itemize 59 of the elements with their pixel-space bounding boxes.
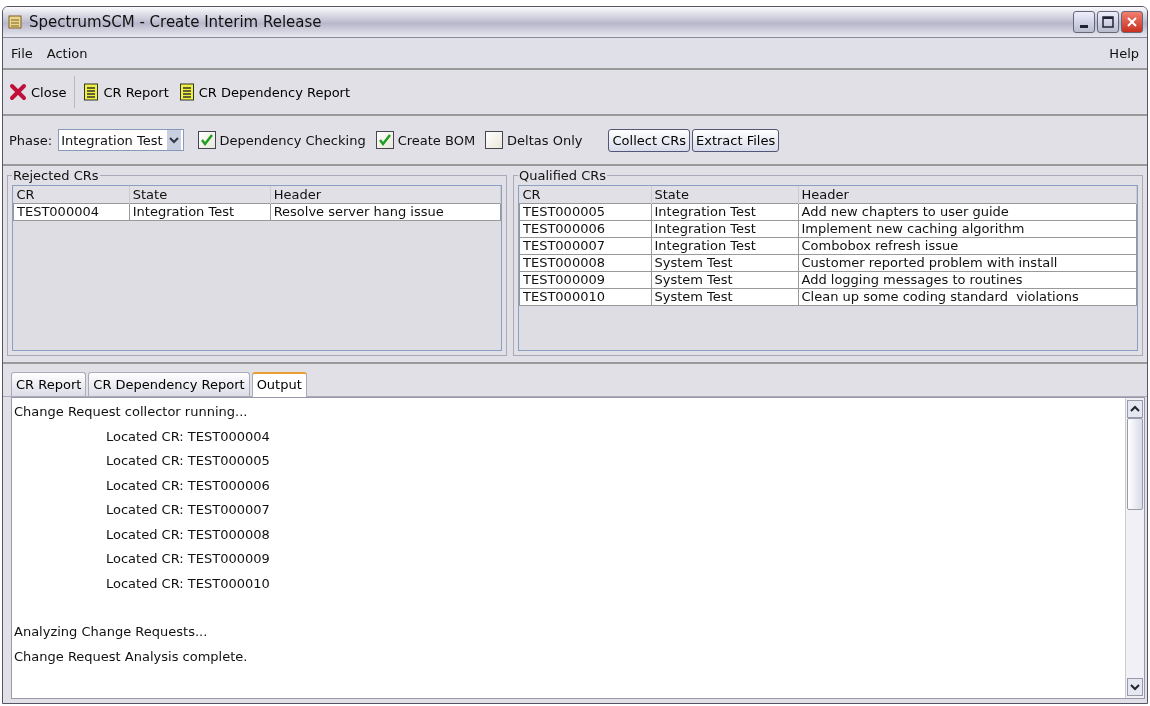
- scrollbar[interactable]: [1125, 398, 1144, 698]
- checkbox[interactable]: [375, 131, 394, 149]
- table-cell: TEST000005: [519, 203, 651, 221]
- log-line: Located CR: TEST000004: [106, 428, 270, 444]
- checkbox[interactable]: [197, 131, 216, 149]
- column-header[interactable]: State: [129, 186, 271, 204]
- close-icon: [1126, 16, 1138, 28]
- menu-item[interactable]: File: [11, 45, 33, 61]
- scroll-thumb[interactable]: [1127, 418, 1143, 510]
- column-header[interactable]: Header: [798, 186, 1137, 204]
- minimize-button[interactable]: [1073, 11, 1095, 33]
- phase-label: Phase:: [9, 132, 53, 148]
- checkbox-label: Dependency Checking: [219, 132, 366, 148]
- log-line: Analyzing Change Requests...: [14, 624, 208, 639]
- log-line: Located CR: TEST000008: [106, 526, 270, 542]
- column-header[interactable]: Header: [270, 186, 501, 204]
- checkmark-icon: [199, 133, 214, 147]
- close-button[interactable]: [1121, 11, 1143, 33]
- document-icon: [83, 82, 100, 102]
- document-icon: [178, 82, 195, 102]
- phase-dropdown[interactable]: Integration Test: [58, 129, 184, 151]
- log-line: Located CR: TEST000009: [106, 551, 270, 566]
- close-button[interactable]: Close: [7, 81, 69, 103]
- action-button[interactable]: Extract Files: [692, 128, 780, 152]
- log-line: Located CR: TEST000005: [106, 453, 270, 468]
- group-title: Rejected CRs: [12, 168, 100, 183]
- checkbox[interactable]: [485, 131, 504, 149]
- group-title: Qualified CRs: [518, 168, 608, 183]
- column-header[interactable]: State: [651, 186, 798, 204]
- table-cell: TEST000004: [13, 203, 130, 221]
- maximize-icon: [1102, 16, 1114, 28]
- table-cell: Resolve server hang issue: [270, 203, 501, 221]
- tab[interactable]: CR Dependency Report: [88, 372, 250, 396]
- log-line: Located CR: TEST000007: [106, 502, 270, 517]
- log-line: Located CR: TEST000006: [106, 477, 270, 493]
- tab[interactable]: CR Report: [11, 372, 87, 396]
- checkbox-label: Deltas Only: [507, 132, 583, 148]
- action-button[interactable]: Collect CRs: [608, 128, 690, 152]
- menu-item[interactable]: Help: [1109, 45, 1139, 61]
- checkbox-label: Create BOM: [397, 132, 476, 148]
- column-header[interactable]: CR: [13, 186, 130, 204]
- maximize-button[interactable]: [1097, 11, 1119, 33]
- table-cell: Integration Test: [651, 203, 798, 221]
- table-cell: Add new chapters to user guide: [798, 203, 1137, 221]
- app-icon: [7, 14, 23, 30]
- caret-icon: [166, 130, 181, 150]
- log-line: Change Request collector running...: [14, 404, 248, 419]
- log-line: Change Request Analysis complete.: [14, 648, 248, 664]
- report-button[interactable]: CR Report: [81, 80, 171, 104]
- menu-item[interactable]: Action: [46, 45, 88, 61]
- window-title: SpectrumSCM - Create Interim Release: [29, 13, 322, 31]
- checkmark-icon: [377, 133, 392, 147]
- table-cell: Integration Test: [129, 203, 271, 221]
- log-line: Located CR: TEST000010: [106, 575, 270, 591]
- report-button[interactable]: CR Dependency Report: [176, 80, 353, 104]
- close-icon: [9, 83, 27, 101]
- column-header[interactable]: CR: [519, 186, 651, 204]
- tab[interactable]: Output: [251, 372, 307, 397]
- minimize-icon: [1080, 24, 1088, 28]
